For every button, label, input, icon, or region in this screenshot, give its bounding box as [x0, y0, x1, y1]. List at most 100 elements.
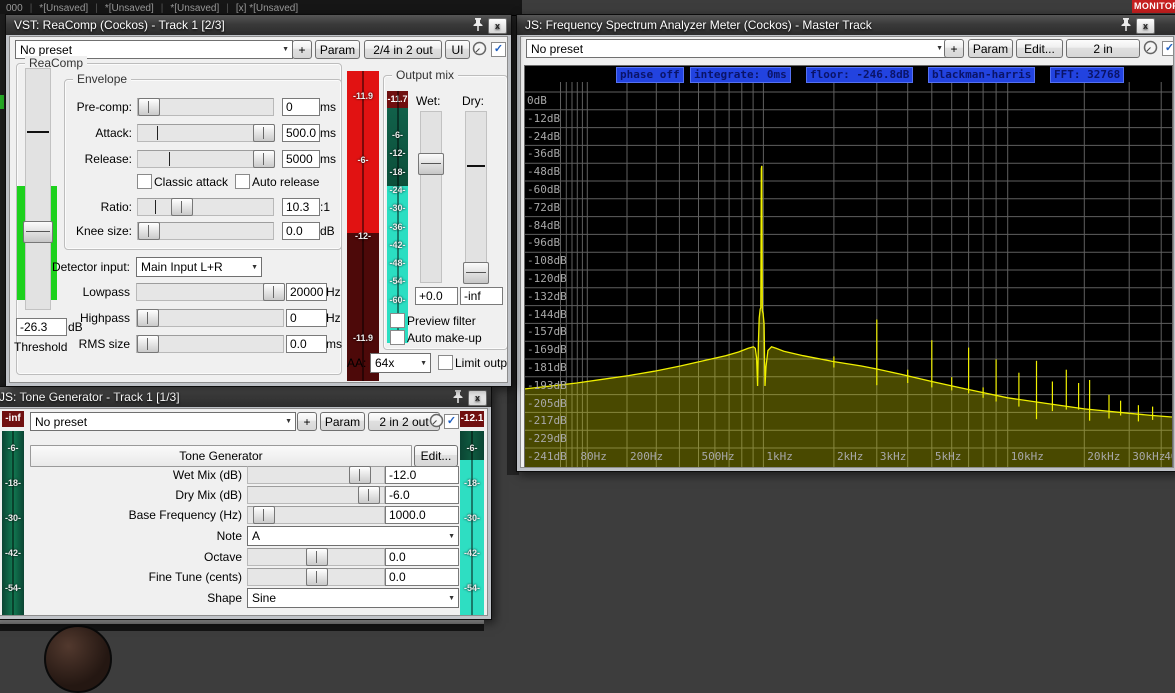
pin-icon[interactable] — [1120, 17, 1132, 35]
slider-handle[interactable] — [138, 222, 160, 240]
wet-value[interactable]: +0.0 — [415, 287, 458, 305]
slider-handle[interactable] — [138, 98, 160, 116]
preview-filter-checkbox[interactable] — [390, 313, 405, 328]
ratio-slider[interactable] — [137, 198, 274, 216]
close-button[interactable]: x — [1136, 18, 1155, 34]
wet-fader[interactable] — [420, 111, 442, 283]
shape-combo[interactable]: Sine▼ — [247, 588, 459, 608]
basefreq-slider[interactable] — [247, 506, 385, 524]
drymix-slider[interactable] — [247, 486, 385, 504]
note-label: Note — [35, 529, 242, 543]
fx-chain-tab[interactable]: [x] *[Unsaved] — [236, 3, 298, 14]
fx-enabled-checkbox[interactable]: ✓ — [1162, 41, 1174, 56]
octave-value[interactable]: 0.0 — [385, 548, 459, 566]
close-button[interactable]: x — [488, 18, 507, 34]
preset-add-button[interactable]: + — [297, 412, 317, 431]
lowpass-value[interactable]: 20000 — [286, 283, 327, 301]
fader-handle[interactable] — [418, 153, 444, 175]
fader-handle[interactable] — [463, 262, 489, 284]
wet-knob-icon[interactable] — [1143, 40, 1158, 60]
ratio-value[interactable]: 10.3 — [282, 198, 320, 216]
release-slider[interactable] — [137, 150, 274, 168]
rms-slider[interactable] — [136, 335, 284, 353]
analyzer-status-chip[interactable]: floor: -246.8dB — [806, 67, 913, 83]
precomp-value[interactable]: 0 — [282, 98, 320, 116]
auto-release-checkbox[interactable] — [235, 174, 250, 189]
fx-chain-tab[interactable]: *[Unsaved] — [170, 3, 219, 14]
tonegen-titlebar[interactable]: JS: Tone Generator - Track 1 [1/3] x — [0, 387, 491, 407]
octave-slider[interactable] — [247, 548, 385, 566]
preset-combo[interactable]: No preset▼ — [30, 412, 296, 431]
slider-handle[interactable] — [253, 150, 275, 168]
precomp-slider[interactable] — [137, 98, 274, 116]
close-button[interactable]: x — [468, 390, 487, 406]
wetmix-slider[interactable] — [247, 466, 385, 484]
reacomp-titlebar[interactable]: VST: ReaComp (Cockos) - Track 1 [2/3] x — [6, 15, 511, 35]
aa-combo[interactable]: 64x▼ — [370, 353, 431, 373]
slider-handle[interactable] — [253, 124, 275, 142]
slider-handle[interactable] — [171, 198, 193, 216]
pin-icon[interactable] — [452, 389, 464, 407]
wet-knob-icon[interactable] — [472, 41, 487, 61]
preset-add-button[interactable]: + — [944, 39, 964, 58]
db-axis-label: -48dB — [527, 165, 560, 178]
fx-enabled-checkbox[interactable]: ✓ — [444, 414, 459, 429]
output-meter[interactable]: -11.7 -6--12--18--24--30--36--42--48--54… — [387, 91, 408, 343]
fx-enabled-checkbox[interactable]: ✓ — [491, 42, 506, 57]
dry-value[interactable]: -inf — [460, 287, 503, 305]
analyzer-status-chip[interactable]: phase off — [616, 67, 684, 83]
ui-button[interactable]: UI — [445, 40, 470, 59]
effect-name-header[interactable]: Tone Generator — [30, 445, 412, 467]
highpass-value[interactable]: 0 — [286, 309, 327, 327]
drymix-value[interactable]: -6.0 — [385, 486, 459, 504]
slider-handle[interactable] — [349, 466, 371, 484]
classic-attack-checkbox[interactable] — [137, 174, 152, 189]
note-combo[interactable]: A▼ — [247, 526, 459, 546]
slider-handle[interactable] — [306, 568, 328, 586]
slider-handle[interactable] — [137, 335, 159, 353]
attack-slider[interactable] — [137, 124, 274, 142]
slider-handle[interactable] — [358, 486, 380, 504]
spectrum-plot[interactable]: phase off integrate: 0ms floor: -246.8dB bl… — [524, 65, 1173, 468]
preset-combo[interactable]: No preset▼ — [526, 39, 947, 58]
release-value[interactable]: 5000 — [282, 150, 320, 168]
io-button[interactable]: 2/4 in 2 out — [364, 40, 442, 59]
edit-button[interactable]: Edit... — [1016, 39, 1063, 58]
slider-handle[interactable] — [306, 548, 328, 566]
detector-combo[interactable]: Main Input L+R▼ — [136, 257, 262, 277]
finetune-value[interactable]: 0.0 — [385, 568, 459, 586]
fx-chain-tab[interactable]: 000 — [6, 3, 23, 14]
slider-handle[interactable] — [253, 506, 275, 524]
slider-handle[interactable] — [263, 283, 285, 301]
finetune-slider[interactable] — [247, 568, 385, 586]
knee-slider[interactable] — [137, 222, 274, 240]
param-button[interactable]: Param — [315, 40, 360, 59]
auto-makeup-checkbox[interactable] — [390, 330, 405, 345]
param-button[interactable]: Param — [968, 39, 1013, 58]
lowpass-slider[interactable] — [136, 283, 284, 301]
fx-chain-tab[interactable]: *[Unsaved] — [105, 3, 154, 14]
rms-value[interactable]: 0.0 — [286, 335, 327, 353]
analyzer-status-chip[interactable]: FFT: 32768 — [1050, 67, 1124, 83]
fx-chain-tab[interactable]: *[Unsaved] — [39, 3, 88, 14]
dry-fader[interactable] — [465, 111, 487, 283]
pin-icon[interactable] — [472, 17, 484, 35]
limit-output-checkbox[interactable] — [438, 355, 453, 370]
basefreq-value[interactable]: 1000.0 — [385, 506, 459, 524]
analyzer-status-chip[interactable]: integrate: 0ms — [690, 67, 791, 83]
tonegen-output-meter[interactable]: -12.1 -6--18--30--42--54- — [460, 411, 484, 616]
analyzer-titlebar[interactable]: JS: Frequency Spectrum Analyzer Meter (C… — [517, 15, 1175, 35]
highpass-slider[interactable] — [136, 309, 284, 327]
wetmix-value[interactable]: -12.0 — [385, 466, 459, 484]
wet-knob-icon[interactable] — [429, 413, 444, 433]
preset-add-button[interactable]: + — [292, 40, 312, 59]
io-button[interactable]: 2 in — [1066, 39, 1140, 58]
knee-value[interactable]: 0.0 — [282, 222, 320, 240]
gain-reduction-meter[interactable]: -11.9-6--12--11.9 — [347, 71, 379, 381]
attack-value[interactable]: 500.0 — [282, 124, 320, 142]
slider-handle[interactable] — [137, 309, 159, 327]
param-button[interactable]: Param — [320, 412, 365, 431]
tonegen-input-meter[interactable]: -inf -6--18--30--42--54- — [2, 411, 24, 616]
edit-button[interactable]: Edit... — [414, 445, 458, 467]
analyzer-status-chip[interactable]: blackman-harris — [928, 67, 1035, 83]
